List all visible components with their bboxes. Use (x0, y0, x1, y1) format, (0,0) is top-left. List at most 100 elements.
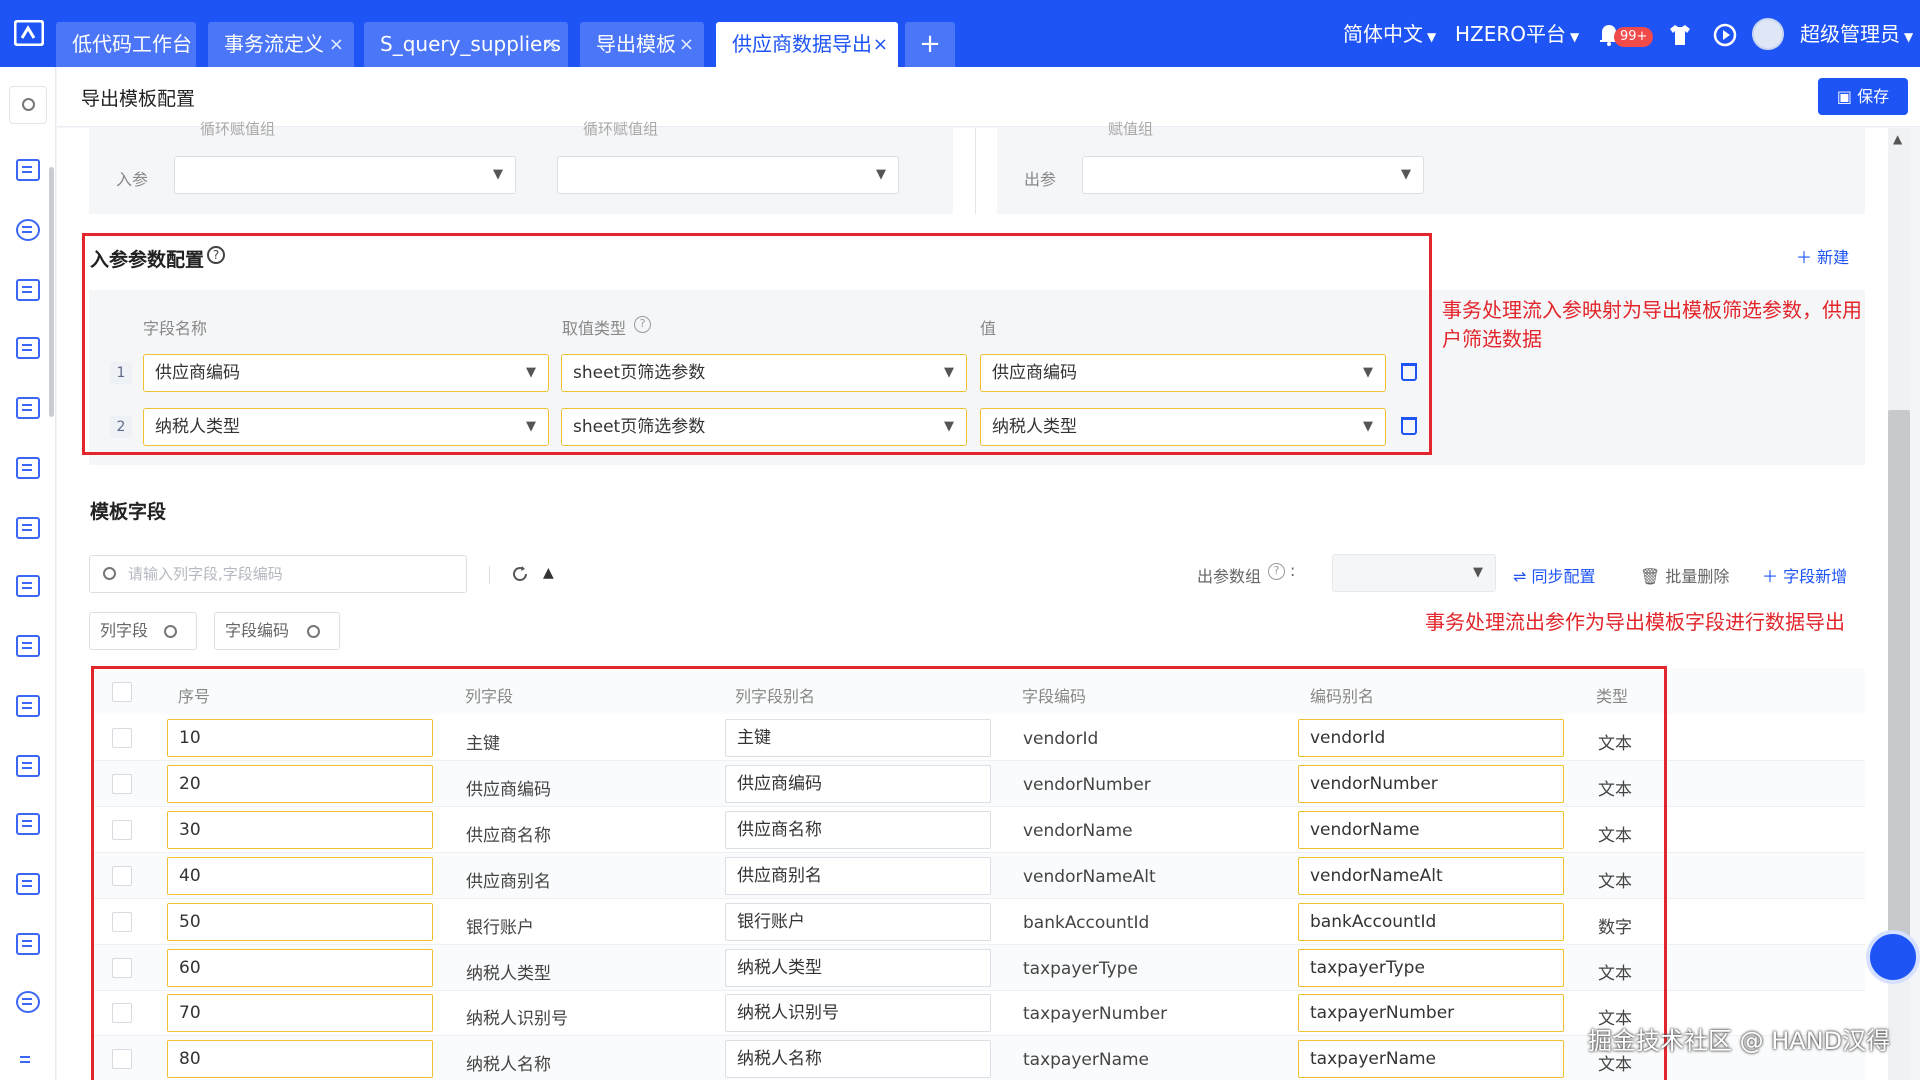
platform-label: HZERO平台 (1455, 22, 1567, 46)
chevron-down-icon: ▼ (493, 167, 503, 182)
list-icon[interactable] (16, 517, 40, 539)
close-icon[interactable]: × (329, 22, 344, 67)
close-icon[interactable]: × (679, 22, 694, 67)
out-param-select[interactable]: ▼ (1082, 156, 1424, 194)
sync-config-button[interactable]: ⇌ 同步配置 (1513, 563, 1596, 587)
sync-label: 同步配置 (1531, 567, 1596, 586)
sync-icon: ⇌ (1513, 567, 1532, 586)
out-group-suffix: : (1290, 561, 1296, 580)
partial-label: 循环赋值组 (583, 120, 659, 138)
tab-label: S_query_suppliers (380, 32, 561, 56)
sidebar-scrollbar[interactable] (49, 167, 54, 417)
template-fields-highlight-box (91, 666, 1667, 1080)
left-sidebar (0, 67, 56, 1080)
sidebar-search-button[interactable] (9, 86, 47, 124)
avatar[interactable] (1752, 18, 1784, 50)
save-button[interactable]: ▣ 保存 (1818, 78, 1908, 115)
add-tab-button[interactable]: + (905, 22, 955, 67)
layout-icon[interactable] (16, 813, 40, 835)
chevron-down-icon: ▼ (1570, 30, 1580, 44)
network-icon[interactable] (16, 219, 40, 241)
tab-label: 供应商数据导出 (732, 32, 872, 56)
filter-field-code[interactable]: 字段编码 (214, 612, 340, 650)
filter-column-field[interactable]: 列字段 (89, 612, 197, 650)
app-logo-icon[interactable] (14, 20, 44, 46)
notification-badge: 99+ (1614, 27, 1654, 47)
chart-settings-icon[interactable] (16, 635, 40, 657)
partial-label: 赋值组 (1108, 120, 1154, 138)
in-param-label: 入参 (116, 170, 149, 189)
chevron-down-icon: ▼ (876, 167, 886, 182)
shirt-icon[interactable] (1668, 24, 1692, 46)
divider (975, 128, 976, 214)
divider (489, 566, 490, 584)
tab-label: 导出模板 (596, 32, 676, 56)
save-label: 保存 (1857, 87, 1890, 106)
tab-s-query-suppliers[interactable]: S_query_suppliers × (364, 22, 568, 67)
scroll-up-icon[interactable]: ▲ (1893, 132, 1902, 146)
partial-label: 循环赋值组 (200, 120, 276, 138)
tab-label: 低代码工作台 (72, 32, 192, 56)
watermark: 掘金技术社区 @ HAND汉得 (1588, 1027, 1891, 1055)
image-icon[interactable] (16, 933, 40, 955)
platform-selector[interactable]: HZERO平台 ▼ (1455, 20, 1579, 51)
search-placeholder: 请输入列字段,字段编码 (128, 565, 283, 583)
user-menu[interactable]: 超级管理员 ▼ (1800, 20, 1913, 51)
close-icon[interactable]: × (873, 22, 888, 67)
in-param-select-2[interactable]: ▼ (557, 156, 899, 194)
top-navigation-bar: 低代码工作台 事务流定义 × S_query_suppliers × 导出模板 … (0, 0, 1920, 67)
folder-settings-icon[interactable] (16, 457, 40, 479)
in-params-highlight-box (82, 233, 1432, 455)
export-icon[interactable] (16, 695, 40, 717)
out-group-select[interactable]: ▼ (1332, 554, 1496, 592)
plus-icon: + (919, 29, 941, 59)
form-icon[interactable] (16, 575, 40, 597)
user-name: 超级管理员 (1800, 22, 1900, 46)
collapse-up-icon[interactable]: ▲ (543, 565, 554, 581)
template-fields-title: 模板字段 (90, 501, 167, 523)
main-scrollbar-thumb[interactable] (1888, 410, 1910, 970)
help-icon[interactable]: ? (1268, 563, 1285, 580)
code-icon[interactable] (16, 159, 40, 181)
field-search-input[interactable]: 请输入列字段,字段编码 (89, 555, 467, 593)
batch-delete-button[interactable]: 🗑 批量删除 (1640, 563, 1729, 587)
assistant-float-button[interactable] (1866, 930, 1920, 984)
add-field-button[interactable]: ＋ 字段新增 (1762, 563, 1847, 587)
tab-export-template[interactable]: 导出模板 × (580, 22, 704, 67)
search-icon (307, 625, 320, 638)
in-param-select-1[interactable]: ▼ (174, 156, 516, 194)
new-label: 新建 (1817, 248, 1850, 267)
plus-icon: ＋ (1796, 248, 1818, 267)
tab-label: 事务流定义 (224, 32, 324, 56)
tab-lowcode-workbench[interactable]: 低代码工作台 (56, 22, 196, 67)
batch-delete-label: 批量删除 (1665, 567, 1730, 586)
refresh-icon[interactable] (511, 565, 529, 583)
close-icon[interactable]: × (543, 22, 558, 67)
chevron-down-icon: ▼ (1473, 565, 1483, 580)
search-icon (103, 567, 116, 580)
language-label: 简体中文 (1343, 22, 1423, 46)
mail-settings-icon[interactable] (16, 397, 40, 419)
menu-icon[interactable] (16, 1051, 40, 1073)
chevron-down-icon: ▼ (1427, 30, 1437, 44)
out-group-label: 出参数组 (1197, 567, 1262, 586)
in-params-annotation: 事务处理流入参映射为导出模板筛选参数，供用户筛选数据 (1442, 298, 1862, 351)
template-fields-annotation: 事务处理流出参作为导出模板字段进行数据导出 (1425, 610, 1845, 634)
tab-transaction-flow-definition[interactable]: 事务流定义 × (208, 22, 354, 67)
tab-supplier-data-export[interactable]: 供应商数据导出 × (716, 22, 898, 67)
search-icon (164, 625, 177, 638)
component-icon[interactable] (16, 873, 40, 895)
add-field-label: 字段新增 (1783, 567, 1848, 586)
page-title: 导出模板配置 (81, 88, 196, 110)
play-circle-icon[interactable] (1713, 23, 1737, 47)
new-in-param-button[interactable]: ＋ 新建 (1796, 244, 1849, 268)
language-selector[interactable]: 简体中文 ▼ (1343, 20, 1436, 51)
code-icon[interactable] (16, 279, 40, 301)
plugin-icon[interactable] (16, 991, 40, 1013)
plus-icon: ＋ (1762, 567, 1784, 586)
chevron-down-icon: ▼ (1401, 167, 1411, 182)
trash-icon: 🗑 (1640, 567, 1666, 586)
code-icon[interactable] (16, 337, 40, 359)
save-icon: ▣ (1836, 87, 1858, 106)
table-icon[interactable] (16, 755, 40, 777)
